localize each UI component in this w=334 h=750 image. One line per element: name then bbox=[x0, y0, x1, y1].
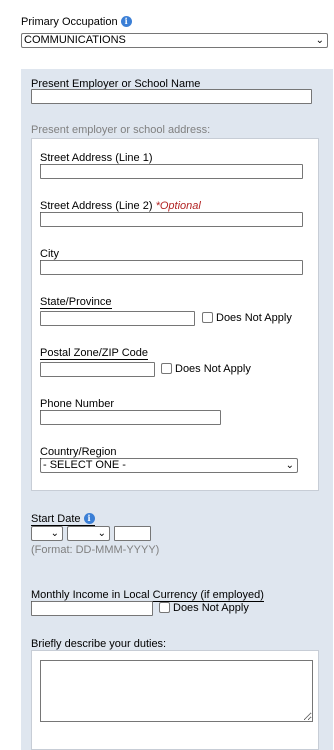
state-dna-checkbox[interactable] bbox=[202, 312, 213, 323]
primary-occupation-label: Primary Occupation i bbox=[21, 16, 132, 28]
income-does-not-apply[interactable]: Does Not Apply bbox=[159, 602, 249, 614]
chevron-down-icon: ⌄ bbox=[315, 35, 324, 46]
state-label: State/Province bbox=[40, 296, 112, 309]
income-dna-checkbox[interactable] bbox=[159, 602, 170, 613]
chevron-down-icon: ⌄ bbox=[97, 528, 106, 539]
address-heading: Present employer or school address: bbox=[31, 124, 211, 136]
optional-marker: *Optional bbox=[155, 200, 201, 212]
start-month-select[interactable]: ⌄ bbox=[67, 526, 110, 541]
zip-does-not-apply[interactable]: Does Not Apply bbox=[161, 363, 251, 375]
country-select[interactable]: - SELECT ONE - ⌄ bbox=[40, 458, 298, 473]
street1-input[interactable] bbox=[40, 164, 303, 179]
zip-label: Postal Zone/ZIP Code bbox=[40, 347, 149, 360]
primary-occupation-value: COMMUNICATIONS bbox=[24, 34, 126, 46]
income-input[interactable] bbox=[31, 601, 153, 616]
state-input[interactable] bbox=[40, 311, 195, 326]
employer-name-input[interactable] bbox=[31, 89, 312, 104]
start-day-select[interactable]: ⌄ bbox=[31, 526, 63, 541]
zip-input[interactable] bbox=[40, 362, 155, 377]
country-value: - SELECT ONE - bbox=[43, 459, 126, 471]
street2-input[interactable] bbox=[40, 212, 303, 227]
zip-dna-checkbox[interactable] bbox=[161, 363, 172, 374]
info-icon[interactable]: i bbox=[83, 513, 95, 524]
primary-occupation-select[interactable]: COMMUNICATIONS ⌄ bbox=[21, 33, 328, 48]
start-date-label: Start Date i bbox=[31, 513, 95, 526]
phone-input[interactable] bbox=[40, 410, 221, 425]
start-year-input[interactable] bbox=[114, 526, 151, 541]
duties-textarea[interactable] bbox=[40, 660, 313, 722]
chevron-down-icon: ⌄ bbox=[50, 528, 59, 539]
chevron-down-icon: ⌄ bbox=[285, 460, 294, 471]
date-format-hint: (Format: DD-MMM-YYYY) bbox=[31, 544, 160, 556]
info-icon[interactable]: i bbox=[120, 16, 132, 27]
city-input[interactable] bbox=[40, 260, 303, 275]
state-does-not-apply[interactable]: Does Not Apply bbox=[202, 312, 292, 324]
